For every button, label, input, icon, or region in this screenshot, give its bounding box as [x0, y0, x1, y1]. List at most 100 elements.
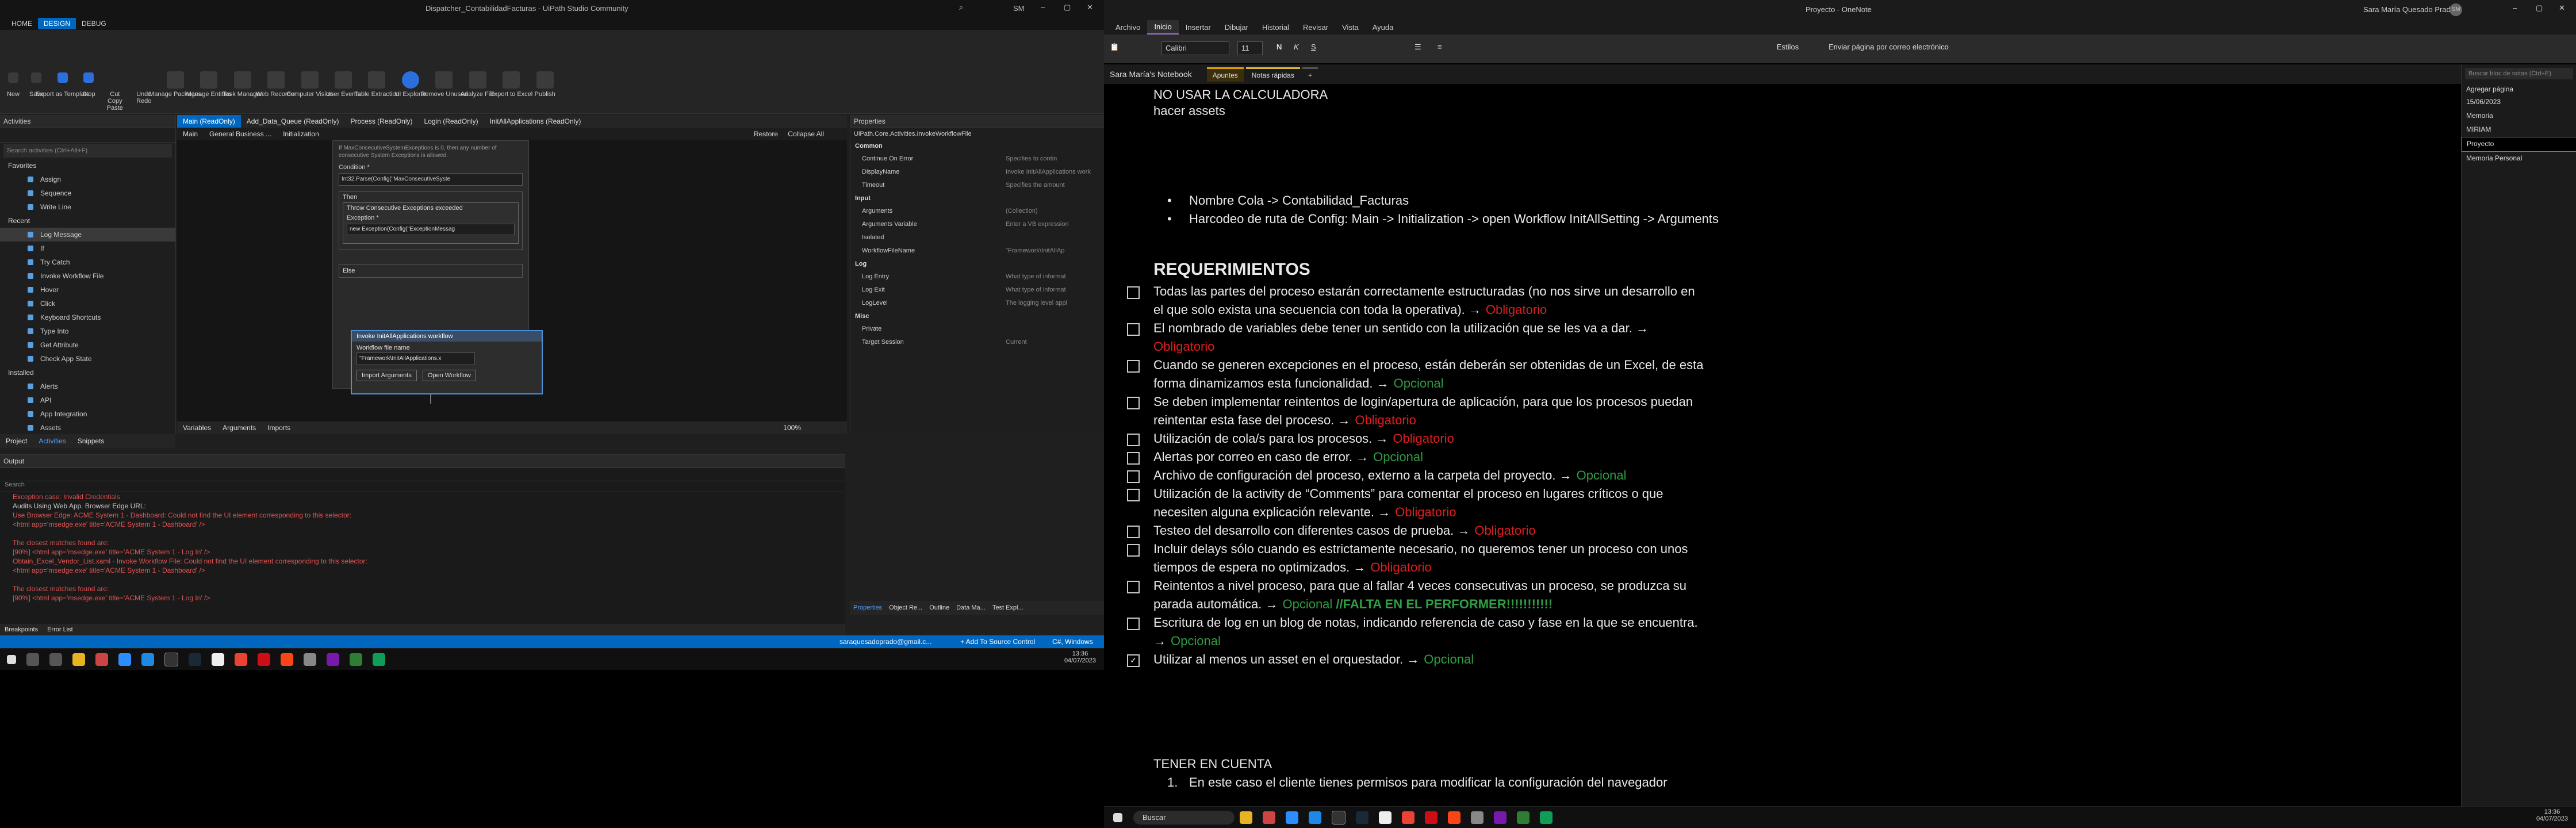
avatar[interactable]: SM — [2450, 3, 2462, 16]
breadcrumb-main[interactable]: Main — [177, 130, 204, 138]
shield-icon[interactable] — [1471, 811, 1483, 824]
activity-item[interactable]: Assign — [0, 172, 175, 186]
email-page-button[interactable]: Enviar página por correo electrónico — [1828, 43, 1949, 51]
tab-activities[interactable]: Activities — [33, 437, 71, 445]
add-section-button[interactable]: + — [1302, 67, 1318, 82]
save-button[interactable]: Save — [28, 30, 45, 98]
imports-tab[interactable]: Imports — [262, 424, 296, 432]
page-item[interactable]: Memoria Personal — [2462, 152, 2576, 166]
property-value[interactable]: Specifies to contin — [1006, 152, 1104, 166]
todo-checkbox[interactable] — [1127, 489, 1140, 501]
property-category[interactable]: Common — [850, 140, 1104, 152]
property-value[interactable]: Invoke InitAllApplications work — [1006, 166, 1104, 179]
menu-tab-design[interactable]: DESIGN — [38, 18, 76, 29]
page-item[interactable]: MIRIAM — [2462, 123, 2576, 137]
redo-button[interactable]: Redo — [136, 98, 151, 105]
publish-button[interactable]: Publish — [531, 30, 559, 98]
chrome-icon[interactable] — [1402, 811, 1414, 824]
onenote-icon[interactable] — [327, 653, 339, 666]
exception-input[interactable]: new Exception(Config("ExceptionMessag — [347, 224, 515, 235]
property-value[interactable] — [1006, 231, 1104, 244]
cut-button[interactable]: Cut — [110, 91, 120, 98]
edge-icon[interactable] — [1540, 811, 1552, 824]
page-item[interactable]: 15/06/2023 — [2462, 95, 2576, 109]
export-excel-button[interactable]: Export to Excel — [490, 30, 532, 98]
activity-item[interactable]: Log Message — [0, 228, 175, 241]
minimize-button[interactable]: – — [2513, 3, 2517, 12]
tab-object-repository[interactable]: Object Re... — [885, 604, 926, 611]
bold-button[interactable]: N — [1276, 43, 1282, 51]
restore-link[interactable]: Restore — [754, 130, 778, 138]
menu-tab-home[interactable]: HOME — [6, 18, 38, 29]
activity-item[interactable]: Keyboard Shortcuts — [0, 310, 175, 324]
close-button[interactable]: ✕ — [2559, 3, 2565, 13]
activity-item[interactable]: Get Attribute — [0, 338, 175, 352]
activity-item[interactable]: Click — [0, 297, 175, 310]
uipath-icon[interactable] — [1448, 811, 1460, 824]
activity-item[interactable]: Try Catch — [0, 255, 175, 269]
todo-checkbox[interactable] — [1127, 360, 1140, 373]
italic-button[interactable]: K — [1294, 43, 1299, 51]
property-value[interactable]: What type of informat — [1006, 270, 1104, 283]
tab-ayuda[interactable]: Ayuda — [1366, 21, 1401, 34]
tab-outline[interactable]: Outline — [926, 604, 953, 611]
maximize-button[interactable]: ▢ — [2536, 3, 2543, 13]
menu-tab-debug[interactable]: DEBUG — [76, 18, 112, 29]
underline-button[interactable]: S — [1311, 43, 1316, 51]
tab-dibujar[interactable]: Dibujar — [1218, 21, 1255, 34]
tab-properties[interactable]: Properties — [850, 604, 885, 611]
tab-historial[interactable]: Historial — [1255, 21, 1296, 34]
uipath-icon[interactable] — [281, 653, 293, 666]
doc-tab-login[interactable]: Login (ReadOnly) — [419, 117, 484, 125]
todo-checkbox[interactable] — [1127, 397, 1140, 409]
add-source-control[interactable]: + Add To Source Control — [960, 638, 1035, 646]
property-value[interactable]: (Collection) — [1006, 205, 1104, 218]
search-icon[interactable]: ⌕ — [959, 3, 963, 12]
arguments-tab[interactable]: Arguments — [217, 424, 262, 432]
app-icon[interactable] — [95, 653, 108, 666]
maximize-button[interactable]: ▢ — [1064, 3, 1071, 12]
output-search-input[interactable]: Search — [0, 481, 845, 492]
note-page[interactable]: NO USAR LA CALCULADORA hacer assets • No… — [1104, 84, 2455, 806]
activity-item[interactable]: Write Line — [0, 200, 175, 214]
property-value[interactable]: "Framework\InitAllAp — [1006, 244, 1104, 258]
zoom-icon[interactable] — [1286, 811, 1298, 824]
remove-unused-button[interactable]: Remove Unused — [420, 30, 467, 98]
font-size-select[interactable]: 11 — [1237, 41, 1263, 55]
activity-item[interactable]: Invoke Workflow File — [0, 269, 175, 283]
manage-entities-button[interactable]: Manage Entities — [186, 30, 232, 98]
explorer-icon[interactable] — [72, 653, 85, 666]
opera-icon[interactable] — [258, 653, 270, 666]
workflow-file-input[interactable]: "Framework\InitAllApplications.x — [356, 352, 475, 365]
onenote-icon[interactable] — [1494, 811, 1506, 824]
paste-icon[interactable]: 📋 — [1110, 43, 1119, 52]
stop-button[interactable]: Stop — [80, 30, 97, 98]
breadcrumb-general-business[interactable]: General Business ... — [204, 130, 277, 138]
todo-checkbox[interactable] — [1127, 452, 1140, 465]
edge-icon[interactable] — [373, 653, 385, 666]
doc-tab-process[interactable]: Process (ReadOnly) — [344, 117, 418, 125]
bullets-button[interactable]: ☰ — [1414, 43, 1421, 52]
todo-checkbox[interactable] — [1127, 581, 1140, 593]
variables-tab[interactable]: Variables — [177, 424, 217, 432]
property-value[interactable]: Specifies the amount — [1006, 179, 1104, 192]
activity-item[interactable]: Check App State — [0, 352, 175, 366]
user-initials[interactable]: SM — [1013, 4, 1025, 13]
tab-insertar[interactable]: Insertar — [1179, 21, 1218, 34]
throw-activity[interactable]: Throw Consecutive Exceptions exceeded Ex… — [343, 202, 519, 244]
close-button[interactable]: ✕ — [1087, 3, 1093, 12]
steam-icon[interactable] — [1356, 811, 1368, 824]
import-arguments-button[interactable]: Import Arguments — [356, 370, 417, 381]
tab-vista[interactable]: Vista — [1335, 21, 1366, 34]
ui-explorer-button[interactable]: UI Explorer — [394, 30, 426, 98]
page-item[interactable]: Proyecto — [2462, 137, 2576, 152]
tab-test-explorer[interactable]: Test Expl... — [989, 604, 1027, 611]
terminal-icon[interactable] — [1332, 811, 1346, 825]
activity-category[interactable]: Favorites — [0, 159, 175, 172]
property-value[interactable]: Enter a VB expression — [1006, 218, 1104, 231]
activity-item[interactable]: Hover — [0, 283, 175, 297]
opera-icon[interactable] — [1425, 811, 1438, 824]
tab-breakpoints[interactable]: Breakpoints — [0, 626, 43, 633]
steam-icon[interactable] — [189, 653, 201, 666]
table-extraction-button[interactable]: Table Extraction — [354, 30, 400, 98]
